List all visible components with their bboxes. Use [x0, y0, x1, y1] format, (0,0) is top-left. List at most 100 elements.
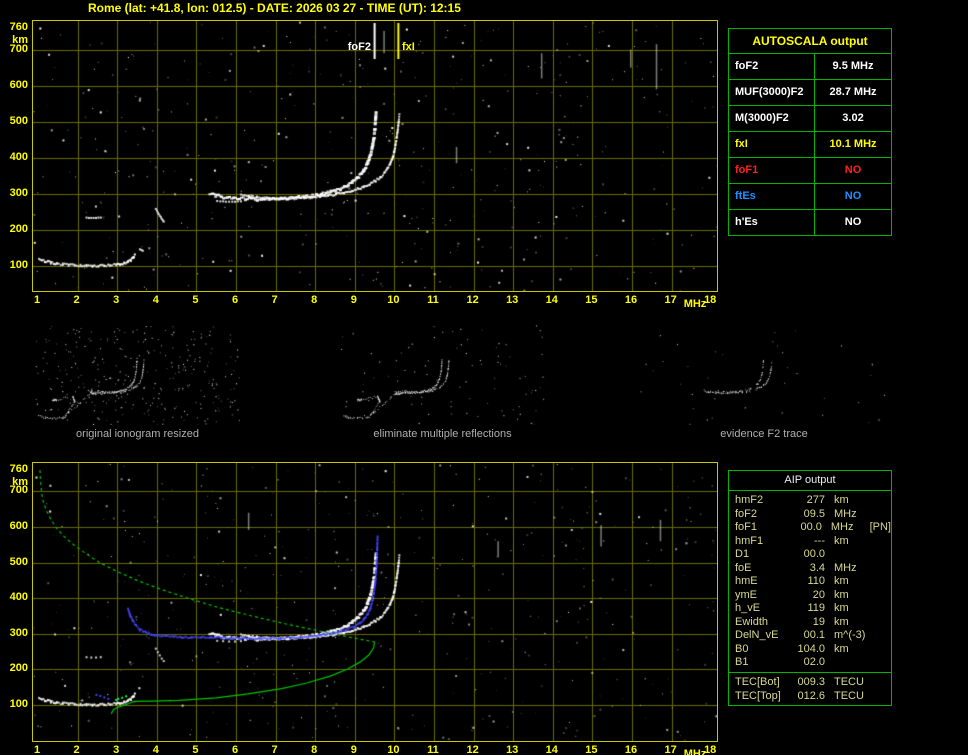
y-axis-tick-400: 400	[9, 591, 28, 604]
aip-param-value: 00.0	[800, 521, 822, 533]
aip-param-value: 20	[812, 588, 825, 601]
y-axis-tick-300: 300	[9, 186, 28, 199]
y-axis-tick-100: 100	[9, 697, 28, 710]
autoscala-row-h'Es: h'Es NO	[729, 210, 891, 235]
station-header-title: Rome (lat: +41.8, lon: 012.5) - DATE: 20…	[88, 1, 461, 15]
autoscala-param-value: 3.02	[814, 106, 891, 131]
aip-param-value: 3.4	[809, 561, 825, 574]
autoscala-param-label: foF1	[735, 164, 759, 176]
x-axis-tick-16: 16	[624, 294, 638, 306]
aip-output-table: AIP output hmF2 277 km foF2 09.5 MHz foF1 00.0 M…	[728, 470, 892, 706]
y-axis-tick-200: 200	[9, 662, 28, 675]
autoscala-row-ftEs: ftEs NO	[729, 184, 891, 210]
aip-param-value: 277	[806, 494, 825, 506]
aip-row-Ewidth: Ewidth 19 km	[729, 616, 891, 630]
x-axis-tick-13: 13	[506, 744, 519, 755]
bottom-ionogram-canvas	[33, 463, 717, 741]
autoscala-param-value: NO	[814, 184, 891, 209]
x-axis-tick-2: 2	[73, 294, 80, 306]
autoscala-table-rows: foF2 9.5 MHz MUF(3000)F2 28.7 MHz M(3000)F2 3…	[729, 54, 891, 235]
x-axis-tick-14: 14	[545, 744, 558, 755]
aip-row-foF2: foF2 09.5 MHz	[729, 508, 891, 522]
bottom-ionogram-plot	[32, 462, 718, 742]
aip-param-label: hmF1	[735, 534, 764, 547]
aip-param-unit: TECU	[834, 675, 864, 688]
aip-param-unit: km	[834, 615, 849, 628]
aip-param-unit: MHz	[834, 561, 857, 574]
y-axis-tick-500: 500	[9, 114, 28, 127]
thumbnail-original-ionogram	[35, 325, 240, 425]
aip-param-extra	[872, 575, 891, 589]
aip-param-value: 110	[807, 575, 825, 587]
aip-param-unit: m^(-3)	[834, 629, 866, 641]
aip-param-value: 012.6	[797, 689, 825, 702]
aip-row-ymE: ymE 20 km	[729, 589, 891, 603]
aip-param-value: 00.0	[803, 548, 825, 560]
aip-param-extra	[872, 535, 891, 549]
autoscala-row-fxI: fxI 10.1 MHz	[729, 132, 891, 158]
aip-row-hmE: hmE 110 km	[729, 575, 891, 589]
aip-param-unit: MHz	[834, 507, 857, 520]
thumbnail-f2-trace	[640, 325, 888, 425]
autoscala-param-label: h'Es	[735, 216, 758, 228]
aip-row-DelN_vE: DelN_vE 00.1 m^(-3)	[729, 629, 891, 643]
autoscala-param-label: M(3000)F2	[735, 112, 789, 124]
aip-table-title: AIP output	[729, 471, 891, 491]
autoscala-param-label: foF2	[735, 60, 759, 72]
aip-param-label: ymE	[735, 588, 757, 601]
aip-param-value: 09.5	[803, 507, 825, 520]
aip-param-unit: km	[834, 588, 849, 601]
fxI-annotation-label: fxI	[402, 41, 415, 53]
aip-param-value: 02.0	[803, 656, 825, 668]
aip-row-D1: D1 00.0	[729, 548, 891, 562]
aip-param-value: 119	[807, 602, 825, 614]
autoscala-param-label: fxI	[735, 138, 748, 150]
foF2-annotation-label: foF2	[347, 41, 371, 53]
aip-param-value: 104.0	[797, 642, 825, 655]
aip-param-extra	[872, 508, 891, 522]
x-axis-tick-12: 12	[466, 744, 479, 755]
aip-param-extra	[872, 589, 891, 603]
x-axis-tick-10: 10	[387, 294, 400, 306]
y-axis-tick-700: 700	[9, 484, 28, 497]
y-axis-tick-760: 760	[9, 463, 28, 475]
y-axis-tick-600: 600	[9, 519, 28, 532]
aip-param-label: B1	[735, 656, 749, 668]
x-axis-tick-9: 9	[350, 744, 357, 755]
aip-row-h_vE: h_vE 119 km	[729, 602, 891, 616]
x-axis-tick-15: 15	[585, 294, 598, 306]
aip-table-tec-rows: TEC[Bot] 009.3 TECU TEC[Top] 012.6 TECU	[729, 671, 891, 705]
y-axis-tick-200: 200	[9, 222, 28, 235]
autoscala-param-label: MUF(3000)F2	[735, 86, 804, 98]
thumbnail-caption-f2: evidence F2 trace	[720, 428, 808, 440]
x-axis-tick-3: 3	[113, 294, 120, 306]
aip-param-value: 009.3	[797, 675, 825, 688]
aip-table-rows: hmF2 277 km foF2 09.5 MHz foF1 00.0 MHz [PN] hmF1 -…	[729, 491, 891, 672]
x-axis-tick-6: 6	[231, 744, 239, 755]
x-axis-tick-1: 1	[33, 294, 41, 306]
autoscala-param-value: 28.7 MHz	[814, 80, 891, 105]
autoscala-table-title: AUTOSCALA output	[729, 29, 891, 54]
aip-param-extra	[872, 602, 891, 616]
x-axis-tick-14: 14	[545, 294, 558, 306]
aip-param-label: foF1	[735, 521, 758, 533]
y-axis-tick-400: 400	[9, 150, 28, 163]
x-axis-tick-5: 5	[192, 744, 199, 755]
thumbnail-original-canvas	[35, 325, 240, 425]
x-axis-tick-1: 1	[33, 744, 41, 755]
autoscala-row-foF1: foF1 NO	[729, 158, 891, 184]
x-axis-tick-7: 7	[271, 294, 278, 306]
x-axis-tick-7: 7	[271, 744, 278, 755]
aip-param-label: TEC[Bot]	[735, 675, 780, 688]
thumbnail-reflections-canvas	[340, 325, 545, 425]
x-axis-tick-2: 2	[73, 744, 80, 755]
aip-param-extra	[872, 675, 891, 689]
y-axis-tick-500: 500	[9, 555, 28, 568]
aip-row-foE: foE 3.4 MHz	[729, 562, 891, 576]
aip-param-label: Ewidth	[735, 615, 769, 628]
aip-tec-row-TEC[Top]: TEC[Top] 012.6 TECU	[729, 689, 891, 703]
y-axis-tick-300: 300	[9, 626, 28, 639]
x-axis-tick-16: 16	[624, 744, 638, 755]
autoscala-row-M(3000)F2: M(3000)F2 3.02	[729, 106, 891, 132]
aip-param-unit: TECU	[834, 689, 864, 702]
